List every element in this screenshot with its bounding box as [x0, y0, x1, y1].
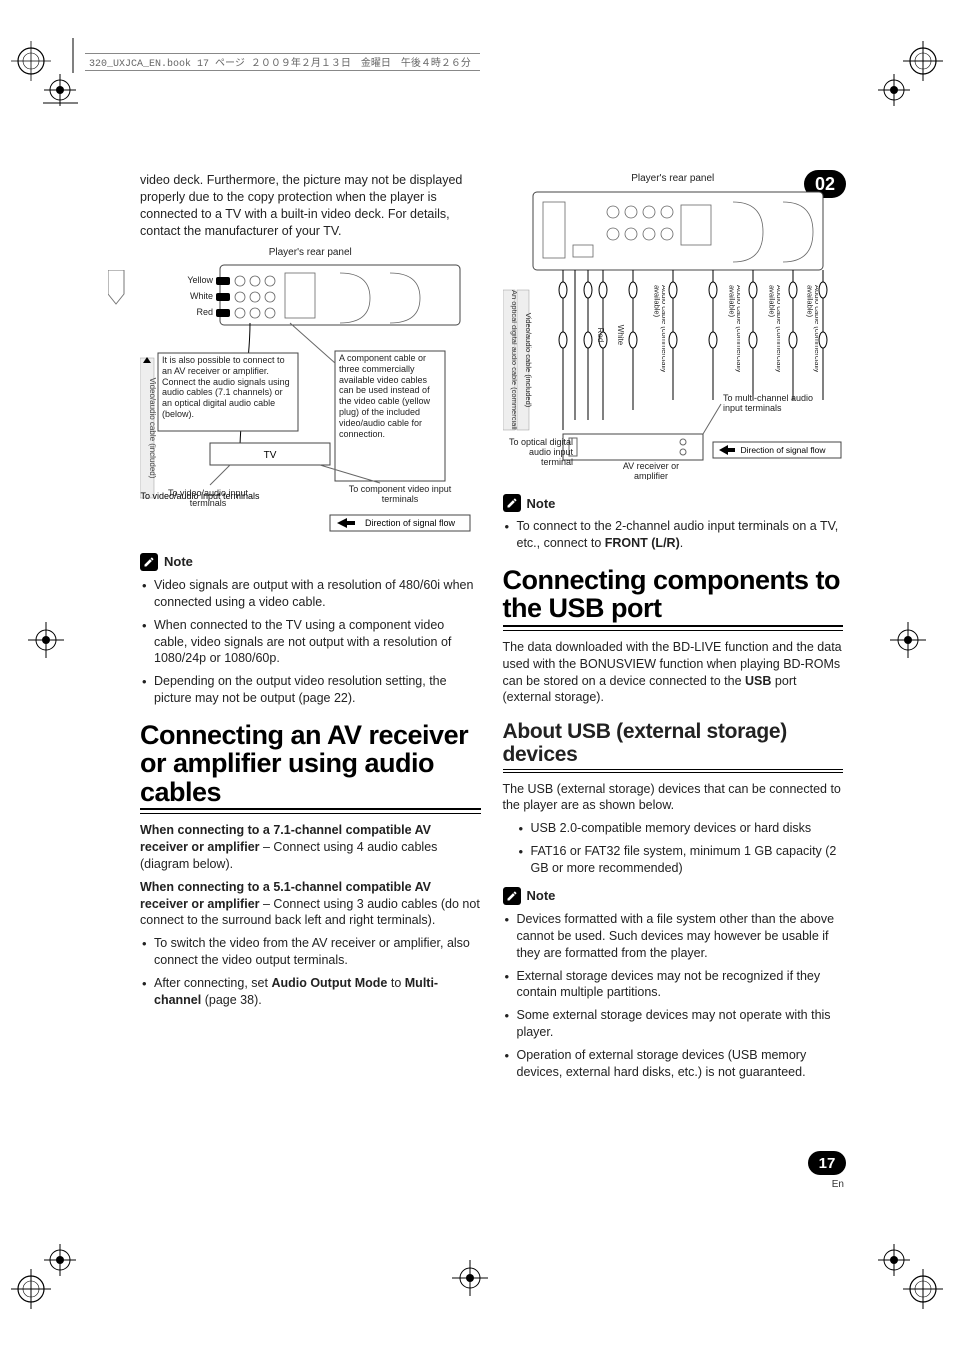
- registration-mark-right: [888, 620, 928, 660]
- list-item: Depending on the output video resolution…: [140, 673, 481, 707]
- intro-paragraph: video deck. Furthermore, the picture may…: [140, 172, 481, 240]
- list-item: Some external storage devices may not op…: [503, 1007, 844, 1041]
- list-item: After connecting, set Audio Output Mode …: [140, 975, 481, 1009]
- svg-text:White: White: [190, 291, 213, 301]
- page-language: En: [832, 1179, 844, 1190]
- note-heading: Note: [503, 494, 844, 512]
- diagram-av-receiver: Player's rear panel: [503, 172, 844, 484]
- svg-text:White: White: [616, 324, 625, 345]
- note-list-right-2: Devices formatted with a file system oth…: [503, 911, 844, 1081]
- section-heading-av: Connecting an AV receiver or amplifier u…: [140, 721, 481, 806]
- thumb-tab-icon: [108, 270, 128, 306]
- svg-text:Video/audio cable (included): Video/audio cable (included): [148, 378, 157, 479]
- diagram2-svg: An optical digital audio cable (commerci…: [503, 190, 843, 480]
- note-heading: Note: [503, 887, 844, 905]
- note-label: Note: [527, 495, 556, 513]
- registration-mark-br: [856, 1222, 946, 1312]
- heading-divider: [140, 808, 481, 814]
- diagram2-caption: Player's rear panel: [503, 172, 844, 186]
- list-item: USB 2.0-compatible memory devices or har…: [517, 820, 844, 837]
- registration-mark-left: [26, 620, 66, 660]
- list-item: Devices formatted with a file system oth…: [503, 911, 844, 962]
- section-heading-usb: Connecting components to the USB port: [503, 566, 844, 623]
- list-item: Operation of external storage devices (U…: [503, 1047, 844, 1081]
- note-label: Note: [527, 887, 556, 905]
- pencil-icon: [140, 553, 158, 571]
- right-column: Player's rear panel: [503, 172, 844, 1087]
- diagram1-svg: Video/audio cable (included) Yellow Whit: [140, 263, 480, 538]
- note-heading: Note: [140, 553, 481, 571]
- note-list-left: Video signals are output with a resoluti…: [140, 577, 481, 707]
- svg-text:Red: Red: [596, 327, 605, 342]
- list-item: External storage devices may not be reco…: [503, 968, 844, 1002]
- diagram-tv-connection: Player's rear panel Video/audio cable (i…: [140, 246, 481, 543]
- registration-mark-tr: [856, 38, 946, 128]
- left-column: video deck. Furthermore, the picture may…: [140, 172, 481, 1087]
- list-item: To connect to the 2-channel audio input …: [503, 518, 844, 552]
- svg-text:Yellow: Yellow: [187, 275, 213, 285]
- registration-mark-tl: [8, 38, 98, 128]
- list-item: Video signals are output with a resoluti…: [140, 577, 481, 611]
- paragraph-51ch: When connecting to a 5.1-channel compati…: [140, 879, 481, 930]
- registration-mark-bottom: [450, 1258, 490, 1298]
- svg-text:Direction of signal flow: Direction of signal flow: [740, 445, 826, 455]
- paragraph-71ch: When connecting to a 7.1-channel compati…: [140, 822, 481, 873]
- note-label: Note: [164, 553, 193, 571]
- note-list-right-1: To connect to the 2-channel audio input …: [503, 518, 844, 552]
- registration-mark-bl: [8, 1222, 98, 1312]
- subheading-divider: [503, 769, 844, 773]
- pencil-icon: [503, 494, 521, 512]
- heading-divider: [503, 625, 844, 631]
- svg-text:Direction of signal flow: Direction of signal flow: [365, 518, 456, 528]
- list-item: To switch the video from the AV receiver…: [140, 935, 481, 969]
- usb-paragraph: The data downloaded with the BD-LIVE fun…: [503, 639, 844, 707]
- sub-bullets-left: To switch the video from the AV receiver…: [140, 935, 481, 1009]
- header-runner: 320_UXJCA_EN.book 17 ページ ２００９年２月１３日 金曜日 …: [85, 53, 480, 71]
- diagram1-caption: Player's rear panel: [140, 246, 481, 260]
- header-runner-text: 320_UXJCA_EN.book 17 ページ ２００９年２月１３日 金曜日 …: [85, 54, 471, 70]
- svg-text:Red: Red: [196, 307, 213, 317]
- list-item: When connected to the TV using a compone…: [140, 617, 481, 668]
- pencil-icon: [503, 887, 521, 905]
- about-usb-paragraph: The USB (external storage) devices that …: [503, 781, 844, 815]
- usb-spec-list: USB 2.0-compatible memory devices or har…: [503, 820, 844, 877]
- sub-heading-about-usb: About USB (external storage) devices: [503, 720, 844, 766]
- list-item: FAT16 or FAT32 file system, minimum 1 GB…: [517, 843, 844, 877]
- svg-text:TV: TV: [264, 450, 277, 461]
- page-number-badge: 17: [808, 1151, 846, 1175]
